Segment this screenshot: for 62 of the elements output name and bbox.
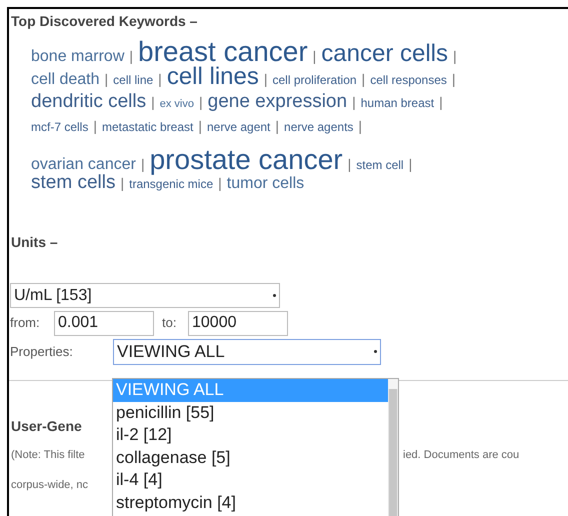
separator: |	[120, 176, 124, 190]
section-heading: Units –	[10, 233, 58, 252]
keyword-link[interactable]: transgenic mice	[129, 178, 214, 190]
dropdown-option[interactable]: streptomycin [4]	[113, 492, 388, 514]
separator: |	[352, 95, 356, 109]
keyword-link[interactable]: prostate cancer	[150, 146, 343, 174]
keyword-link[interactable]: ex vivo	[160, 99, 194, 110]
keyword-link[interactable]: cell proliferation	[272, 74, 357, 86]
section-heading: Top Discovered Keywords –	[10, 12, 198, 31]
keyword-link[interactable]: mcf-7 cells	[31, 121, 88, 133]
separator: |	[140, 157, 145, 171]
separator: |	[312, 49, 316, 63]
separator: |	[264, 72, 268, 86]
keyword-link[interactable]: nerve agents	[284, 121, 354, 133]
separator: |	[439, 95, 443, 109]
separator: |	[93, 119, 97, 133]
keyword-link[interactable]: cell death	[31, 72, 100, 88]
keyword-link[interactable]: ovarian cancer	[31, 157, 136, 173]
separator: |	[151, 95, 155, 109]
note-text: (Note: This filte	[11, 448, 85, 463]
keyword-link[interactable]: bone marrow	[31, 49, 124, 65]
unit-dropdown[interactable]: U/mL [153]	[10, 283, 280, 308]
keyword-link[interactable]: metastatic breast	[102, 121, 194, 133]
separator: |	[199, 95, 203, 109]
separator: |	[453, 49, 457, 63]
from-field[interactable]: 0.001	[54, 310, 154, 336]
keyword-link[interactable]: stem cell	[356, 159, 404, 171]
keyword-link[interactable]: human breast	[360, 97, 434, 109]
separator: |	[129, 49, 134, 63]
section-heading: User-Gene	[10, 417, 82, 436]
properties-label: Properties:	[10, 342, 74, 361]
properties-dropdown[interactable]: VIEWING ALL	[113, 338, 381, 364]
keyword-link[interactable]: cell responses	[370, 74, 447, 86]
separator: |	[218, 176, 222, 190]
separator: |	[408, 157, 412, 171]
to-field[interactable]: 10000	[188, 310, 288, 336]
keyword-link[interactable]: gene expression	[208, 92, 348, 111]
dropdown-option[interactable]: il-4 [4]	[113, 469, 388, 492]
keyword-link[interactable]: nerve agent	[207, 121, 270, 133]
scrollbar[interactable]	[388, 379, 398, 516]
separator: |	[158, 72, 162, 86]
keyword-link[interactable]: cancer cells	[321, 42, 448, 66]
keyword-link[interactable]: stem cells	[31, 173, 116, 192]
dropdown-option[interactable]: collagenase [5]	[113, 446, 388, 469]
keyword-link[interactable]: cell lines	[166, 65, 259, 89]
separator: |	[348, 157, 352, 171]
keyword-link[interactable]: breast cancer	[138, 38, 308, 66]
to-label: to:	[162, 314, 178, 332]
dropdown-option[interactable]: il-2 [12]	[113, 424, 388, 446]
note-text: ied. Documents are cou	[403, 448, 520, 463]
keyword-link[interactable]: tumor cells	[226, 176, 304, 192]
separator: |	[358, 119, 362, 133]
from-label: from:	[10, 314, 41, 332]
keyword-link[interactable]: dendritic cells	[31, 92, 146, 111]
separator: |	[275, 119, 280, 133]
separator: |	[362, 72, 366, 86]
dropdown-option[interactable]: penicillin [55]	[113, 402, 388, 424]
separator: |	[198, 119, 202, 133]
separator: |	[104, 72, 108, 86]
keyword-link[interactable]: cell line	[113, 74, 154, 86]
note-text: corpus-wide, nc	[11, 478, 88, 490]
separator: |	[452, 72, 456, 86]
